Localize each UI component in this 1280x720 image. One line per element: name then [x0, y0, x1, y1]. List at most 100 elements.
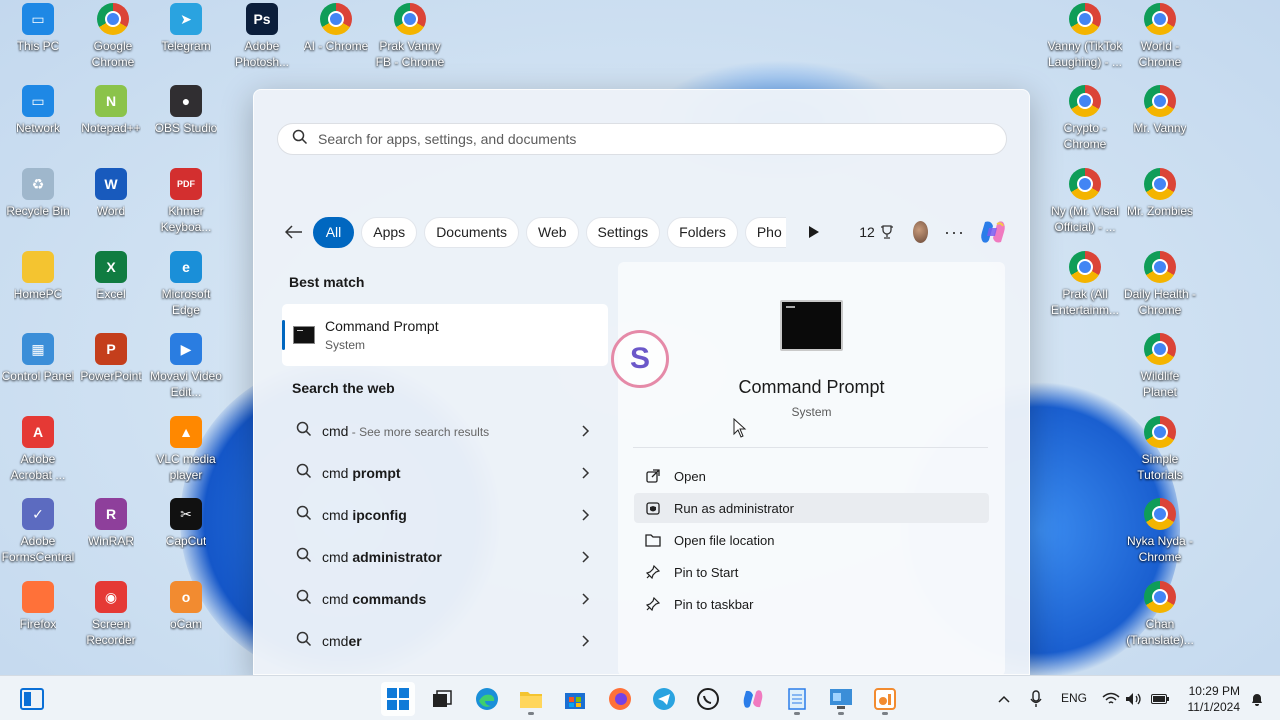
- web-suggestion-item[interactable]: cmder: [282, 620, 608, 662]
- desktop-icon-label: WinRAR: [87, 534, 134, 548]
- desktop-icon[interactable]: Chan (Translate)...: [1122, 581, 1198, 648]
- ocam-icon: o: [170, 581, 202, 613]
- filter-apps[interactable]: Apps: [361, 216, 418, 248]
- notepad-taskbar-icon[interactable]: [780, 682, 814, 716]
- filter-photos[interactable]: Pho: [744, 216, 787, 248]
- edge-taskbar-icon[interactable]: [470, 682, 504, 716]
- desktop-icon[interactable]: Vanny (TikTok Laughing) - ...: [1047, 3, 1123, 70]
- desktop-icon[interactable]: ✂ CapCut: [148, 498, 224, 549]
- desktop-icon-label: Chan (Translate)...: [1126, 617, 1194, 647]
- desktop-icon[interactable]: R WinRAR: [73, 498, 149, 549]
- copilot-icon[interactable]: [977, 216, 1009, 248]
- action-run-as-administrator[interactable]: Run as administrator: [634, 493, 989, 523]
- powerpoint-icon: P: [95, 333, 127, 365]
- desktop-icon[interactable]: Firefox: [0, 581, 76, 632]
- microsoft-store-icon[interactable]: [558, 682, 592, 716]
- monitor-icon: ▭: [22, 3, 54, 35]
- copilot-taskbar-icon[interactable]: [736, 682, 770, 716]
- rewards-points[interactable]: 12: [859, 224, 895, 240]
- action-open[interactable]: Open: [634, 461, 989, 491]
- web-suggestion-item[interactable]: cmd ipconfig: [282, 494, 608, 536]
- desktop-icon[interactable]: Crypto - Chrome: [1047, 85, 1123, 152]
- desktop-icon[interactable]: Ny (Mr. Visal Official) - ...: [1047, 168, 1123, 235]
- desktop-icon[interactable]: ♻ Recycle Bin: [0, 168, 76, 219]
- desktop-icon[interactable]: World - Chrome: [1122, 3, 1198, 70]
- desktop-icon[interactable]: ✓ Adobe FormsCentral: [0, 498, 76, 565]
- desktop-icon[interactable]: ▭ This PC: [0, 3, 76, 54]
- filter-folders[interactable]: Folders: [667, 216, 738, 248]
- desktop-icon[interactable]: Daily Health - Chrome: [1122, 251, 1198, 318]
- desktop-icon[interactable]: Wildlife Planet: [1122, 333, 1198, 400]
- task-view-icon[interactable]: [425, 682, 459, 716]
- desktop-icon[interactable]: ◉ Screen Recorder: [73, 581, 149, 648]
- action-pin-to-start[interactable]: Pin to Start: [634, 557, 989, 587]
- desktop-icon-label: Google Chrome: [91, 39, 135, 69]
- desktop-icon[interactable]: o oCam: [148, 581, 224, 632]
- chrome-icon: [1069, 85, 1101, 117]
- desktop-icon[interactable]: N Notepad++: [73, 85, 149, 136]
- desktop-icon[interactable]: PDF Khmer Keyboa...: [148, 168, 224, 235]
- show-hidden-icons-icon[interactable]: [987, 682, 1021, 716]
- start-button[interactable]: [381, 682, 415, 716]
- battery-icon[interactable]: [1143, 682, 1177, 716]
- desktop-icon[interactable]: Prak Vanny FB - Chrome: [372, 3, 448, 70]
- filter-settings[interactable]: Settings: [585, 216, 661, 248]
- telegram-taskbar-icon[interactable]: [647, 682, 681, 716]
- microphone-icon[interactable]: [1019, 682, 1053, 716]
- acrobat-icon: A: [22, 416, 54, 448]
- desktop-icon[interactable]: ● OBS Studio: [148, 85, 224, 136]
- desktop-icon[interactable]: Prak (All Entertainm...: [1047, 251, 1123, 318]
- desktop-icon[interactable]: Google Chrome: [75, 3, 151, 70]
- whatsapp-taskbar-icon[interactable]: [691, 682, 725, 716]
- search-input[interactable]: Search for apps, settings, and documents: [277, 123, 1007, 155]
- search-icon: [296, 589, 312, 610]
- desktop-icon-label: OBS Studio: [154, 121, 218, 135]
- web-suggestion-item[interactable]: cmd commands: [282, 578, 608, 620]
- file-explorer-icon[interactable]: [514, 682, 548, 716]
- desktop-icon[interactable]: ➤ Telegram: [148, 3, 224, 54]
- desktop-icon[interactable]: Simple Tutorials: [1122, 416, 1198, 483]
- web-suggestion-item[interactable]: cmd - See more search results: [282, 410, 608, 452]
- ocam-taskbar-icon[interactable]: [868, 682, 902, 716]
- action-pin-to-taskbar[interactable]: Pin to taskbar: [634, 589, 989, 619]
- desktop-icon[interactable]: P PowerPoint: [73, 333, 149, 384]
- widgets-icon[interactable]: [15, 682, 49, 716]
- desktop-icon[interactable]: ▲ VLC media player: [148, 416, 224, 483]
- filter-all[interactable]: All: [312, 216, 355, 248]
- desktop-icon[interactable]: ▶ Movavi Video Edit...: [148, 333, 224, 400]
- desktop-icon[interactable]: Mr. Vanny: [1122, 85, 1198, 136]
- notifications-icon[interactable]: [1240, 682, 1274, 716]
- firefox-taskbar-icon[interactable]: [603, 682, 637, 716]
- filter-web[interactable]: Web: [526, 216, 579, 248]
- control-panel-taskbar-icon[interactable]: [824, 682, 858, 716]
- web-suggestion-item[interactable]: cmd administrator: [282, 536, 608, 578]
- best-match-item[interactable]: Command Prompt System: [282, 304, 608, 366]
- web-suggestion-item[interactable]: cmd prompt: [282, 452, 608, 494]
- desktop-icon-label: Mr. Zombies: [1126, 204, 1193, 218]
- folder-icon: [644, 531, 662, 549]
- filter-documents[interactable]: Documents: [424, 216, 519, 248]
- desktop-icon[interactable]: Ps Adobe Photosh...: [224, 3, 300, 70]
- back-arrow-icon[interactable]: [284, 217, 305, 247]
- chrome-icon: [97, 3, 129, 35]
- web-suggestion-text: cmder: [322, 633, 362, 649]
- desktop-icon[interactable]: Mr. Zombies: [1122, 168, 1198, 219]
- desktop-icon[interactable]: W Word: [73, 168, 149, 219]
- desktop-icon[interactable]: HomePC: [0, 251, 76, 302]
- desktop-icon[interactable]: e Microsoft Edge: [148, 251, 224, 318]
- desktop-icon[interactable]: X Excel: [73, 251, 149, 302]
- desktop-icon[interactable]: A Adobe Acrobat ...: [0, 416, 76, 483]
- desktop-icon-label: Vanny (TikTok Laughing) - ...: [1047, 39, 1123, 69]
- desktop-icon[interactable]: AI - Chrome: [298, 3, 374, 54]
- scroll-right-icon[interactable]: [807, 222, 821, 242]
- language-indicator[interactable]: ENG: [1061, 691, 1087, 705]
- action-open-file-location[interactable]: Open file location: [634, 525, 989, 555]
- chrome-icon: [1144, 333, 1176, 365]
- desktop-icon[interactable]: ▦ Control Panel: [0, 333, 76, 384]
- user-avatar[interactable]: [912, 221, 929, 243]
- photoshop-icon: Ps: [246, 3, 278, 35]
- desktop-icon[interactable]: ▭ Network: [0, 85, 76, 136]
- system-clock[interactable]: 10:29 PM 11/1/2024: [1188, 683, 1241, 715]
- more-options-icon[interactable]: ···: [944, 222, 965, 243]
- desktop-icon[interactable]: Nyka Nyda - Chrome: [1122, 498, 1198, 565]
